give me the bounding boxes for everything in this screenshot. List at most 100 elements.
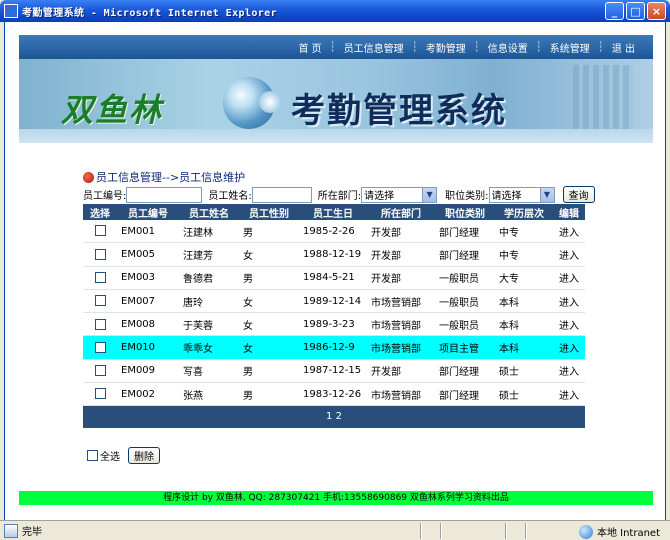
emp-no-input[interactable] <box>126 186 203 203</box>
dept-select-value: 请选择 <box>364 191 395 202</box>
nav-home[interactable]: 首 页 <box>290 40 329 55</box>
table-body: EM001 汪建林男 1985-2-26 开发部 部门经理 中专 进入 EM005 汪建芳女 19… <box>83 220 585 407</box>
row-checkbox[interactable] <box>94 225 106 237</box>
nav-employee-info[interactable]: 员工信息管理 <box>336 40 412 55</box>
col-header-birthday: 员工生日 <box>313 208 353 220</box>
nav-system[interactable]: 系统管理 <box>542 40 598 55</box>
security-zone: 本地 Intranet <box>578 524 660 539</box>
cell-birthday: 1986-12-9 <box>303 342 355 354</box>
cell-emp-no: EM010 <box>121 342 156 354</box>
col-header-gender: 员工性别 <box>249 208 289 220</box>
query-button[interactable]: 查询 <box>562 186 595 203</box>
cell-gender: 女 <box>243 344 253 356</box>
cell-edit[interactable]: 进入 <box>553 247 585 262</box>
cell-position: 一般职员 <box>439 320 479 332</box>
row-checkbox[interactable] <box>94 341 106 353</box>
footer-text: 程序设计 by 双鱼林, QQ: 287307421 手机:1355869086… <box>163 493 509 503</box>
cell-dept: 开发部 <box>371 367 401 379</box>
cell-edit[interactable]: 进入 <box>553 224 585 239</box>
cell-select <box>83 248 117 261</box>
cell-gender: 男 <box>243 390 253 402</box>
cell-gender: 女 <box>243 297 253 309</box>
cell-position: 部门经理 <box>439 390 479 402</box>
col-header-select: 选择 <box>90 208 110 220</box>
cell-edit[interactable]: 进入 <box>553 270 585 285</box>
cell-dept: 市场营销部 <box>371 320 421 332</box>
select-all-checkbox[interactable] <box>87 450 98 461</box>
bottom-actions: 全选 删除 <box>87 447 160 464</box>
cell-emp-no: EM005 <box>121 248 156 260</box>
row-checkbox[interactable] <box>94 365 106 377</box>
nav-info-settings[interactable]: 信息设置 <box>480 40 536 55</box>
cell-dept: 开发部 <box>371 227 401 239</box>
search-form: 员工编号: 员工姓名: 所在部门: 请选择 ▼ 职位类别: 请选择 ▼ 查询 <box>83 186 595 203</box>
position-select[interactable]: 请选择 ▼ <box>488 186 555 203</box>
nav-logout[interactable]: 退 出 <box>604 40 643 55</box>
cell-select <box>83 271 117 284</box>
cell-education: 中专 <box>499 250 519 262</box>
cell-edit[interactable]: 进入 <box>553 387 585 402</box>
cell-emp-name: 乖乖女 <box>183 344 213 356</box>
window-titlebar: 考勤管理系统 - Microsoft Internet Explorer _ □… <box>0 0 670 22</box>
cell-education: 本科 <box>499 320 519 332</box>
browser-viewport: 首 页 ┆ 员工信息管理 ┆ 考勤管理 ┆ 信息设置 ┆ 系统管理 ┆ 退 出 … <box>4 22 666 520</box>
cell-education: 硕士 <box>499 390 519 402</box>
cell-emp-name: 汪建芳 <box>183 250 213 262</box>
cell-position: 一般职员 <box>439 297 479 309</box>
cell-edit[interactable]: 进入 <box>553 363 585 378</box>
page-container: 首 页 ┆ 员工信息管理 ┆ 考勤管理 ┆ 信息设置 ┆ 系统管理 ┆ 退 出 … <box>19 35 653 507</box>
cell-emp-no: EM008 <box>121 318 156 330</box>
maximize-button[interactable]: □ <box>626 2 645 20</box>
dept-select[interactable]: 请选择 ▼ <box>361 186 438 203</box>
close-button[interactable]: × <box>647 2 666 20</box>
cell-edit[interactable]: 进入 <box>553 294 585 309</box>
nav-attendance[interactable]: 考勤管理 <box>418 40 474 55</box>
cell-select <box>83 388 117 400</box>
status-divider <box>440 523 442 539</box>
cell-position: 部门经理 <box>439 367 479 379</box>
row-checkbox[interactable] <box>94 388 106 400</box>
cell-edit[interactable]: 进入 <box>553 340 585 355</box>
dept-label: 所在部门: <box>317 191 362 202</box>
position-select-value: 请选择 <box>491 191 522 202</box>
pagination-links[interactable]: 1 2 <box>326 411 342 422</box>
emp-name-input[interactable] <box>251 186 312 203</box>
cell-dept: 开发部 <box>371 250 401 262</box>
table-row: EM001 汪建林 男 1985-2-26 开发部 部门经理 中专 进入 <box>83 220 585 244</box>
status-divider <box>420 523 422 539</box>
cell-birthday: 1984-5-21 <box>303 272 355 284</box>
globe-highlight <box>259 91 281 113</box>
cell-emp-name: 写喜 <box>183 367 203 379</box>
table-row: EM007 唐玲 女 1989-12-14 市场营销部 一般职员 本科 进入 <box>83 290 585 314</box>
cell-gender: 男 <box>243 367 253 379</box>
cell-dept: 市场营销部 <box>371 297 421 309</box>
window-title: 考勤管理系统 - Microsoft Internet Explorer <box>22 7 278 19</box>
minimize-button[interactable]: _ <box>605 2 624 20</box>
cell-edit[interactable]: 进入 <box>553 317 585 332</box>
table-row: EM009 写喜 男 1987-12-15 开发部 部门经理 硕士 进入 <box>83 360 585 384</box>
employee-table: 选择 员工编号 员工姓名 员工性别 员工生日 所在部门 职位类别 学历层次 编辑… <box>83 204 585 429</box>
col-header-edit: 编辑 <box>559 208 579 220</box>
cell-gender: 男 <box>243 274 253 286</box>
ie-icon <box>4 4 18 18</box>
intranet-globe-icon <box>578 524 593 539</box>
cell-select <box>83 295 117 307</box>
col-header-position: 职位类别 <box>445 208 485 220</box>
table-row: EM010 乖乖女 女 1986-12-9 市场营销部 项目主管 本科 进入 <box>83 336 585 360</box>
cell-emp-name: 唐玲 <box>183 297 203 309</box>
status-bar: 完毕 本地 Intranet <box>0 520 670 540</box>
cell-dept: 开发部 <box>371 274 401 286</box>
row-checkbox[interactable] <box>94 295 106 307</box>
status-divider <box>525 523 527 539</box>
cell-gender: 女 <box>243 250 253 262</box>
cell-emp-name: 张燕 <box>183 390 203 402</box>
table-row: EM002 张燕 男 1983-12-26 市场营销部 部门经理 硕士 进入 <box>83 383 585 407</box>
cell-birthday: 1987-12-15 <box>303 365 362 377</box>
cell-birthday: 1989-3-23 <box>303 318 355 330</box>
cell-education: 中专 <box>499 227 519 239</box>
row-checkbox[interactable] <box>94 248 106 260</box>
delete-button[interactable]: 删除 <box>128 447 160 464</box>
row-checkbox[interactable] <box>94 318 106 330</box>
row-checkbox[interactable] <box>94 271 106 283</box>
emp-name-label: 员工姓名: <box>208 191 252 202</box>
